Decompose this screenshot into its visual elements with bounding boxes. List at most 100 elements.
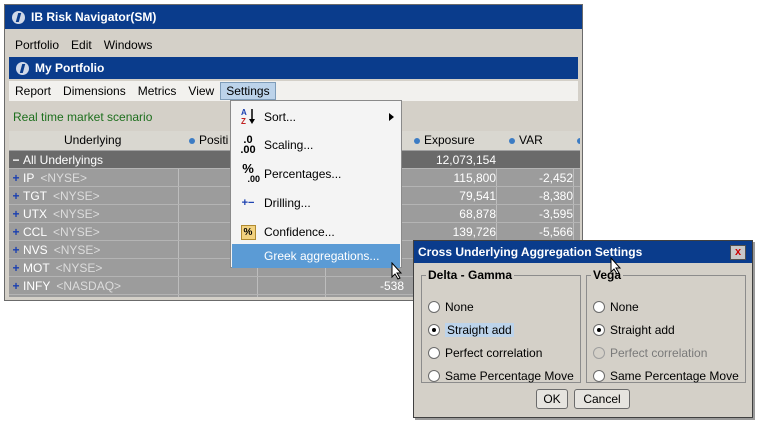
exchange-label: <NYSE> <box>53 224 100 239</box>
exposure-value: 115,800 <box>453 170 497 185</box>
var-value: -8,380 <box>538 188 573 203</box>
settings-dropdown: AZ Sort... .0.00 Scaling... % .00 Percent… <box>230 100 402 268</box>
dg-radio-same-percentage-move[interactable]: Same Percentage Move <box>428 369 574 383</box>
dialog-titlebar[interactable]: Cross Underlying Aggregation Settings x <box>414 241 752 263</box>
scenario-label: Real time market scenario <box>13 110 153 124</box>
var-value: -3,595 <box>538 206 573 221</box>
radio-button[interactable] <box>593 324 605 336</box>
percentages-icon: % .00 <box>242 161 260 184</box>
menu-edit[interactable]: Edit <box>65 38 98 52</box>
col-position[interactable]: Positi <box>189 133 228 147</box>
delta-gamma-group: Delta - Gamma None Straight add Perfect … <box>421 268 581 383</box>
close-icon[interactable]: x <box>730 245 746 260</box>
expand-icon[interactable]: + <box>9 171 23 185</box>
ib-logo-icon <box>16 61 29 75</box>
exchange-label: <NYSE> <box>53 206 100 221</box>
expand-icon[interactable]: + <box>9 279 23 293</box>
menu-metrics[interactable]: Metrics <box>132 84 183 98</box>
vega-radio-same-percentage-move[interactable]: Same Percentage Move <box>593 369 739 383</box>
mouse-cursor-icon <box>391 262 403 280</box>
col-exposure[interactable]: Exposure <box>414 133 475 147</box>
portfolio-title: My Portfolio <box>35 61 105 75</box>
underlying-symbol: TGT <box>23 188 47 203</box>
drilling-icon: +− <box>241 197 255 209</box>
col-underlying[interactable]: Underlying <box>64 133 121 147</box>
menu-windows[interactable]: Windows <box>98 38 159 52</box>
exchange-label: <NASDAQ> <box>56 278 122 293</box>
dg-radio-none[interactable]: None <box>428 300 474 314</box>
dg-radio-perfect-correlation[interactable]: Perfect correlation <box>428 346 542 360</box>
var-value: -2,452 <box>538 170 573 185</box>
scaling-icon: .0.00 <box>240 134 256 156</box>
radio-button[interactable] <box>428 324 440 336</box>
window-titlebar[interactable]: IB Risk Navigator(SM) <box>5 5 582 29</box>
collapse-icon[interactable]: − <box>9 153 23 167</box>
radio-button[interactable] <box>428 301 440 313</box>
outer-menubar: Portfolio Edit Windows <box>9 35 582 55</box>
vega-radio-perfect-correlation: Perfect correlation <box>593 346 707 360</box>
radio-button <box>593 347 605 359</box>
menu-item-sort[interactable]: AZ Sort... <box>232 103 400 131</box>
vega-radio-straight-add[interactable]: Straight add <box>593 323 675 337</box>
menu-item-percentages[interactable]: % .00 Percentages... <box>232 160 400 188</box>
menu-settings[interactable]: Settings <box>220 82 276 100</box>
expand-icon[interactable]: + <box>9 297 23 298</box>
radio-button[interactable] <box>428 347 440 359</box>
ok-button[interactable]: OK <box>536 389 568 409</box>
exposure-value: 79,541 <box>459 188 496 203</box>
menu-report[interactable]: Report <box>9 84 57 98</box>
expand-icon[interactable]: + <box>9 225 23 239</box>
menu-item-scaling[interactable]: .0.00 Scaling... <box>232 131 400 159</box>
dialog-title: Cross Underlying Aggregation Settings <box>418 245 643 259</box>
sort-dot-icon <box>189 137 195 144</box>
underlying-symbol: INFY <box>23 278 51 293</box>
expand-icon[interactable]: + <box>9 243 23 257</box>
underlying-symbol: NVS <box>23 242 48 257</box>
menu-view[interactable]: View <box>182 84 220 98</box>
position-value: 418 <box>259 297 404 298</box>
aggregation-settings-dialog: Cross Underlying Aggregation Settings x … <box>413 240 753 418</box>
menu-dimensions[interactable]: Dimensions <box>57 84 132 98</box>
col-var[interactable]: VAR <box>509 133 543 147</box>
portfolio-titlebar[interactable]: My Portfolio <box>9 57 578 79</box>
expand-icon[interactable]: + <box>9 189 23 203</box>
underlying-symbol: MOT <box>23 260 50 275</box>
exchange-label: <NYSE> <box>40 170 88 185</box>
col-more[interactable] <box>577 133 580 147</box>
sort-dot-icon <box>509 137 515 144</box>
underlying-symbol: IP <box>23 170 35 185</box>
svg-text:A: A <box>241 108 247 117</box>
exchange-label: <NYSE> <box>55 260 103 275</box>
total-label: All Underlyings <box>23 152 104 167</box>
menu-item-drilling[interactable]: +− Drilling... <box>232 189 400 217</box>
menu-item-greek-aggregations[interactable]: Greek aggregations... <box>232 244 400 268</box>
window-title: IB Risk Navigator(SM) <box>31 10 157 24</box>
underlying-symbol: TTM <box>23 297 48 298</box>
exposure-value: 68,878 <box>459 206 496 221</box>
sort-icon: AZ <box>232 107 264 127</box>
exposure-value: 139,726 <box>452 224 496 239</box>
exchange-label: <NYSE> <box>53 188 100 203</box>
vega-radio-none[interactable]: None <box>593 300 639 314</box>
var-value: -5,566 <box>538 224 573 239</box>
sort-dot-icon <box>414 137 420 144</box>
expand-icon[interactable]: + <box>9 261 23 275</box>
delta-gamma-legend: Delta - Gamma <box>428 268 513 282</box>
sort-dot-icon <box>577 137 580 144</box>
radio-button[interactable] <box>593 301 605 313</box>
expand-icon[interactable]: + <box>9 207 23 221</box>
total-exposure: 12,073,154 <box>435 152 496 167</box>
radio-button[interactable] <box>428 370 440 382</box>
vega-group: Vega None Straight add Perfect correlati… <box>586 268 746 383</box>
dg-radio-straight-add[interactable]: Straight add <box>428 323 514 337</box>
menu-item-confidence[interactable]: % Confidence... <box>232 218 400 246</box>
underlying-symbol: CCL <box>23 224 48 239</box>
position-value: -538 <box>379 278 404 293</box>
submenu-arrow-icon <box>389 113 394 121</box>
underlying-symbol: UTX <box>23 206 47 221</box>
cancel-button[interactable]: Cancel <box>574 389 630 409</box>
radio-button[interactable] <box>593 370 605 382</box>
svg-text:Z: Z <box>241 117 246 125</box>
menu-portfolio[interactable]: Portfolio <box>9 38 65 52</box>
confidence-icon: % <box>232 224 264 240</box>
